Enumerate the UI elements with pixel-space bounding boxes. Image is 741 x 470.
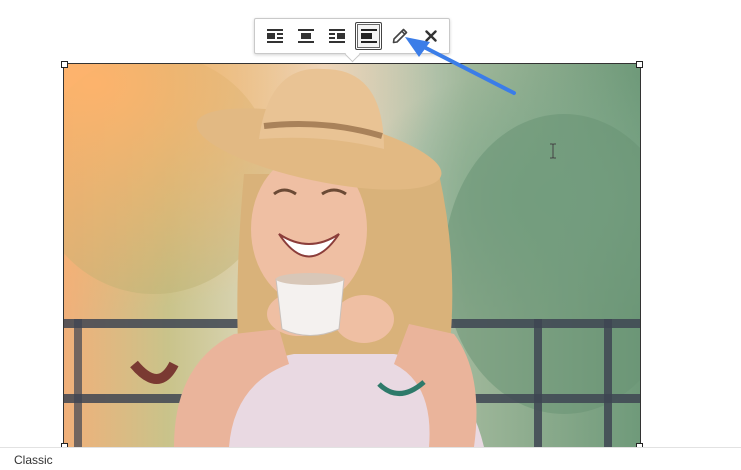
remove-image-button[interactable] xyxy=(418,22,445,50)
status-bar: Classic xyxy=(0,447,741,470)
align-right-icon xyxy=(329,29,346,43)
align-left-button[interactable] xyxy=(261,22,288,50)
pencil-icon xyxy=(392,28,408,44)
editor-mode-label: Classic xyxy=(14,453,53,467)
edit-image-button[interactable] xyxy=(386,22,413,50)
resize-handle-top-right[interactable] xyxy=(636,61,643,68)
selected-image[interactable] xyxy=(63,63,641,448)
editor-canvas[interactable] xyxy=(0,0,741,450)
photo-woman-drinking-coffee xyxy=(64,64,640,447)
align-center-icon xyxy=(297,29,314,43)
align-center-button[interactable] xyxy=(292,22,319,50)
close-icon xyxy=(425,30,437,42)
text-cursor-icon xyxy=(550,143,556,159)
align-right-button[interactable] xyxy=(324,22,351,50)
align-none-button[interactable] xyxy=(354,22,383,50)
align-left-icon xyxy=(266,29,283,43)
image-toolbar xyxy=(254,18,450,54)
resize-handle-top-left[interactable] xyxy=(61,61,68,68)
align-none-icon xyxy=(360,29,377,43)
